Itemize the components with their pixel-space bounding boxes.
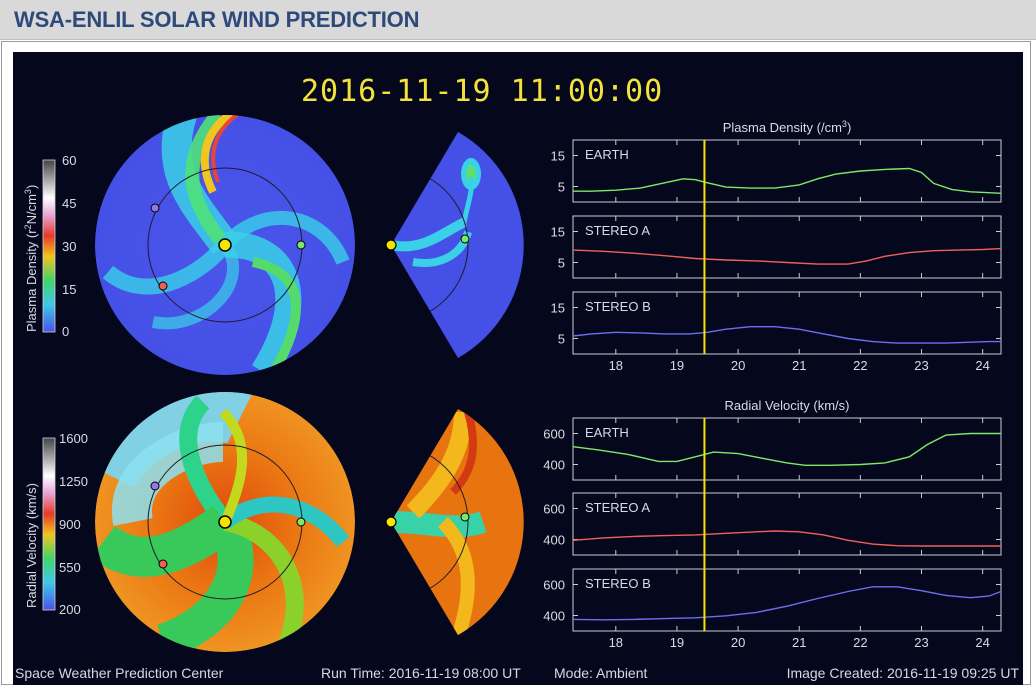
- footer-created: Image Created: 2016-11-19 09:25 UT: [787, 665, 1020, 681]
- series-line: [572, 586, 1002, 621]
- panel-label: STEREO B: [585, 576, 651, 591]
- y-tick-label: 400: [543, 609, 565, 624]
- y-tick-label: 5: [558, 256, 565, 271]
- sun-marker-icon: [385, 239, 397, 251]
- x-tick-label: 18: [609, 635, 623, 650]
- density-tick-15: 15: [62, 282, 76, 297]
- velocity-tick-1600: 1600: [59, 431, 88, 446]
- x-tick-label: 23: [914, 358, 928, 373]
- x-tick-label: 21: [792, 635, 806, 650]
- sun-marker-icon: [218, 515, 232, 529]
- y-tick-label: 5: [558, 180, 565, 195]
- velocity-colorbar: Radial Velocity (km/s) 1600 1250 900 550…: [24, 431, 88, 617]
- earth-marker-icon: [460, 234, 470, 244]
- panel-label: EARTH: [585, 425, 629, 440]
- x-tick-label: 20: [731, 358, 745, 373]
- y-tick-label: 15: [551, 149, 565, 164]
- y-tick-label: 5: [558, 332, 565, 347]
- stereo-a-marker-icon: [158, 281, 168, 291]
- panel-label: STEREO B: [585, 299, 651, 314]
- x-tick-label: 20: [731, 635, 745, 650]
- y-tick-label: 15: [551, 301, 565, 316]
- velocity-tick-200: 200: [59, 602, 81, 617]
- panel-frame: [572, 139, 1002, 203]
- chart-panel-earth: 600 400 EARTH: [543, 417, 1002, 481]
- chart-panel-stereo-a: 600 400 STEREO A: [543, 492, 1002, 556]
- x-tick-label: 22: [853, 635, 867, 650]
- y-tick-label: 600: [543, 578, 565, 593]
- series-line: [572, 326, 1001, 344]
- chart-title: Plasma Density (/cm3): [723, 119, 852, 135]
- page-header: WSA-ENLIL SOLAR WIND PREDICTION: [0, 0, 1036, 40]
- timestamp: 2016-11-19 11:00:00: [301, 74, 663, 109]
- stereo-a-marker-icon: [158, 559, 168, 569]
- footer-run-time: Run Time: 2016-11-19 08:00 UT: [321, 665, 521, 681]
- y-tick-label: 15: [551, 225, 565, 240]
- chart-1: Radial Velocity (km/s) 600 400 EARTH 600 400 S…: [543, 398, 1002, 650]
- panel-frame: [572, 417, 1002, 481]
- chart-title: Radial Velocity (km/s): [725, 398, 850, 413]
- series-line: [572, 530, 1001, 547]
- density-colorbar: Plasma Density (r2N/cm3) 60 45 30 15 0: [23, 153, 76, 339]
- density-tick-60: 60: [62, 153, 76, 168]
- sun-marker-icon: [218, 238, 232, 252]
- y-tick-label: 600: [543, 427, 565, 442]
- chart-panel-stereo-b: 600 400 STEREO B: [543, 568, 1002, 632]
- page-title: WSA-ENLIL SOLAR WIND PREDICTION: [14, 7, 420, 32]
- x-tick-label: 23: [914, 635, 928, 650]
- series-line: [573, 167, 1002, 194]
- x-tick-label: 19: [670, 358, 684, 373]
- chart-panel-stereo-a: 15 5 STEREO A: [551, 215, 1002, 279]
- velocity-colorbar-label: Radial Velocity (km/s): [24, 483, 39, 608]
- series-line: [572, 247, 1002, 265]
- earth-marker-icon: [460, 512, 470, 522]
- chart-panel-stereo-b: 15 5 STEREO B: [551, 291, 1002, 355]
- series-line: [572, 432, 1001, 466]
- x-tick-label: 19: [670, 635, 684, 650]
- panel-label: STEREO A: [585, 223, 650, 238]
- y-tick-label: 400: [543, 533, 565, 548]
- density-tick-30: 30: [62, 239, 76, 254]
- stereo-b-marker-icon: [150, 203, 160, 213]
- chart-0: Plasma Density (/cm3) 15 5 EARTH 15 5 STEREO A…: [551, 119, 1002, 373]
- enlil-image-panel: 2016-11-19 11:00:00 Plasma Density (r2N/…: [13, 52, 1023, 685]
- chart-panel-earth: 15 5 EARTH: [551, 139, 1002, 203]
- density-colorbar-label: Plasma Density (r2N/cm3): [23, 185, 39, 332]
- panel-label: STEREO A: [585, 500, 650, 515]
- panel-label: EARTH: [585, 147, 629, 162]
- stereo-b-marker-icon: [150, 481, 160, 491]
- x-tick-label: 21: [792, 358, 806, 373]
- x-tick-label: 22: [853, 358, 867, 373]
- footer-center: Space Weather Prediction Center: [15, 665, 224, 681]
- x-tick-label: 24: [975, 358, 989, 373]
- x-tick-label: 24: [975, 635, 989, 650]
- earth-marker-icon: [296, 517, 306, 527]
- x-tick-label: 18: [609, 358, 623, 373]
- footer-mode: Mode: Ambient: [554, 665, 647, 681]
- sun-marker-icon: [385, 516, 397, 528]
- earth-marker-icon: [296, 240, 306, 250]
- velocity-tick-550: 550: [59, 560, 81, 575]
- density-tick-45: 45: [62, 196, 76, 211]
- density-tick-0: 0: [62, 324, 69, 339]
- velocity-tick-1250: 1250: [59, 474, 88, 489]
- y-tick-label: 400: [543, 458, 565, 473]
- time-series-charts: Plasma Density (/cm3) 15 5 EARTH 15 5 STEREO A…: [543, 119, 1002, 650]
- y-tick-label: 600: [543, 502, 565, 517]
- velocity-tick-900: 900: [59, 517, 81, 532]
